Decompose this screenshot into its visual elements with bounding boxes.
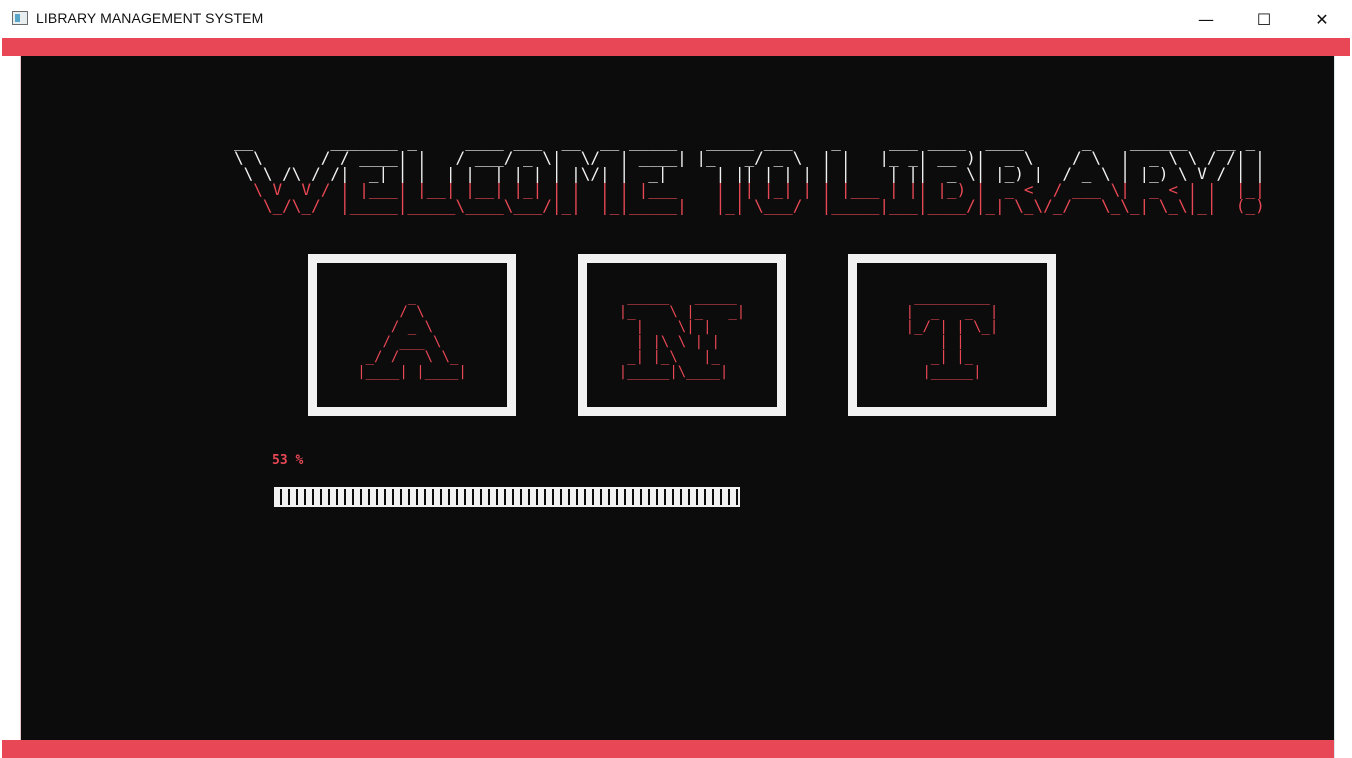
left-border-strip [2, 56, 21, 740]
ascii-letter-a: _ / \ / _ \ / ___ \ _/ / \ \_ |____| |__… [357, 289, 467, 380]
letter-box-t: _________ | _ _ | |_/ | | \_| | | _| |_ … [848, 254, 1056, 416]
letter-box-a: _ / \ / _ \ / ___ \ _/ / \ \_ |____| |__… [308, 254, 516, 416]
progress-bar-fill [274, 487, 740, 507]
bottom-accent-bar [2, 740, 1334, 758]
progress-percent: 53 % [272, 453, 304, 468]
right-border-strip [1334, 56, 1350, 758]
progress-bar [274, 487, 740, 507]
welcome-banner: __ _______ _ ____ ___ __ __ _____ _____ … [234, 134, 1265, 214]
maximize-button[interactable]: ☐ [1235, 0, 1293, 38]
banner-line: \_/\_/ |_____|_____\____\___/|_| |_|____… [234, 196, 1265, 215]
top-accent-bar [2, 38, 1350, 56]
window-title: LIBRARY MANAGEMENT SYSTEM [36, 10, 264, 26]
minimize-button[interactable]: — [1177, 0, 1235, 38]
ascii-letter-n: _____ _____ |_ \ |_ _| | \| | | |\ \ | |… [618, 289, 746, 380]
letter-box-n: _____ _____ |_ \ |_ _| | \| | | |\ \ | |… [578, 254, 786, 416]
window-titlebar: LIBRARY MANAGEMENT SYSTEM — ☐ ✕ [0, 0, 1352, 38]
app-icon [12, 11, 28, 25]
ascii-letter-t: _________ | _ _ | |_/ | | \_| | | _| |_ … [905, 289, 999, 380]
close-button[interactable]: ✕ [1293, 0, 1351, 38]
